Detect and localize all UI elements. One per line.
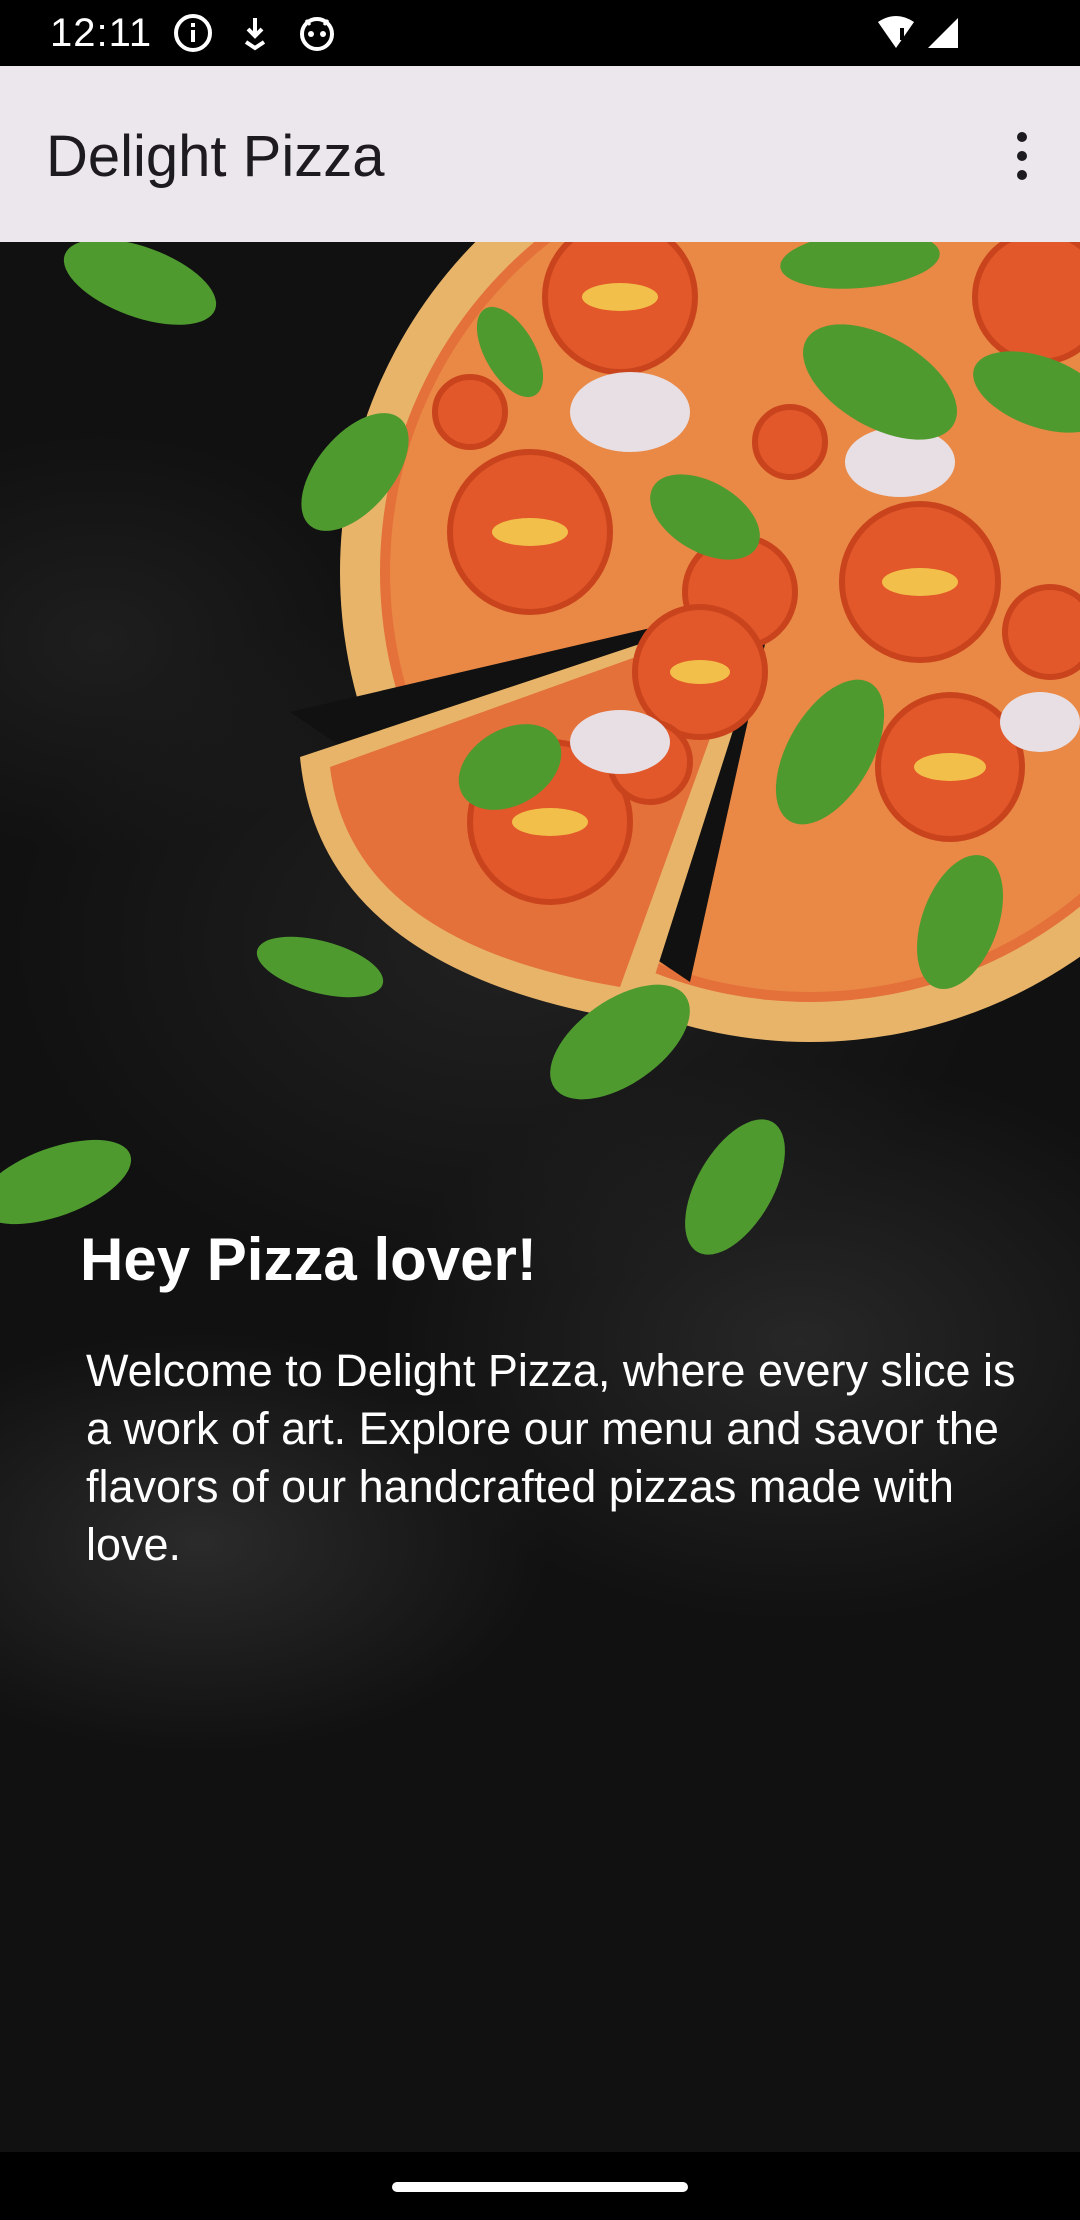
hero-section: Hey Pizza lover! Welcome to Delight Pizz… [0,242,1080,2152]
info-icon [174,14,212,52]
download-icon [244,18,266,51]
overflow-dot [1017,132,1027,142]
signal-icon [928,18,958,48]
app-title: Delight Pizza [46,124,385,189]
android-icon [300,17,334,51]
pizza-illustration [0,242,1080,1255]
overflow-dot [1017,170,1027,180]
status-icons-right [876,14,962,52]
home-gesture-handle[interactable] [392,2182,688,2192]
welcome-text: Welcome to Delight Pizza, where every sl… [86,1345,1016,1570]
app-bar: Delight Pizza [0,66,1080,242]
wifi-icon [878,16,914,48]
overflow-dot [1017,151,1027,161]
status-time: 12:11 [50,11,153,55]
more-vert-icon[interactable] [1002,128,1042,184]
status-icons-left [172,12,338,54]
headline: Hey Pizza lover! [80,1226,537,1293]
navigation-bar [0,2152,1080,2220]
status-bar: 12:11 [0,0,1080,66]
